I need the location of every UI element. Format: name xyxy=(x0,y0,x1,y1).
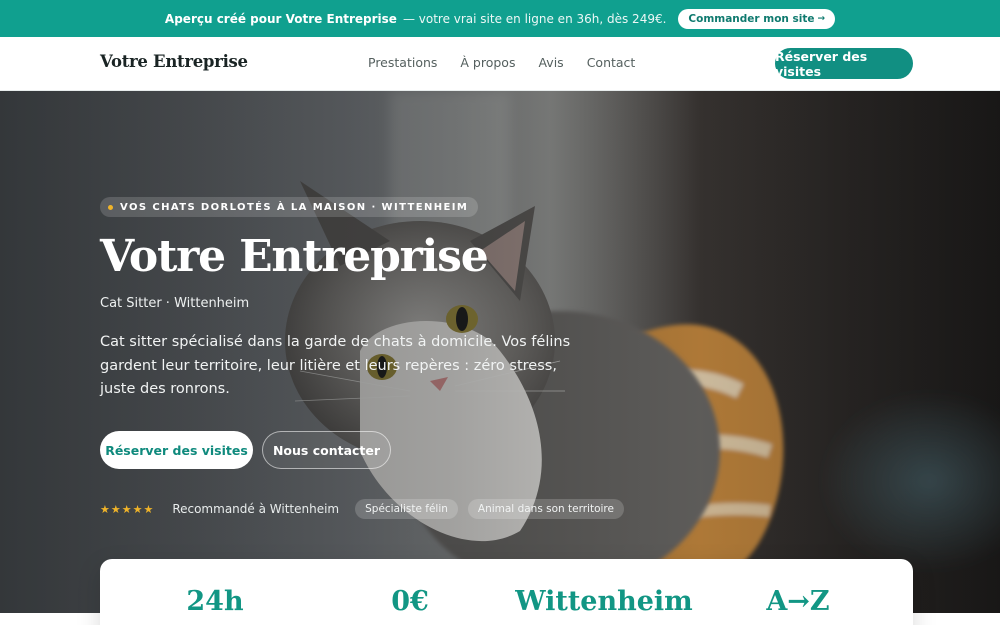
hero-description: Cat sitter spécialisé dans la garde de c… xyxy=(100,334,571,397)
book-visits-button[interactable]: Réserver des visites xyxy=(100,431,253,469)
promo-bold-text: Aperçu créé pour Votre Entreprise xyxy=(164,11,397,26)
hero-eyebrow-badge: VOS CHATS DORLOTÉS À LA MAISON · WITTENH… xyxy=(100,197,479,217)
nav-link-contact[interactable]: Contact xyxy=(587,55,636,70)
chip-animal-territoire: Animal dans son territoire xyxy=(467,499,624,519)
hero-section: VOS CHATS DORLOTÉS À LA MAISON · WITTENH… xyxy=(0,91,1000,613)
nav-book-visits-button[interactable]: Réserver des visites xyxy=(775,48,913,79)
hero-title: Votre Entreprise xyxy=(100,231,489,282)
order-site-button-label: Commander mon site xyxy=(688,12,815,25)
stat-value-city: Wittenheim xyxy=(515,586,693,617)
promo-text: — votre vrai site en ligne en 36h, dès 2… xyxy=(402,11,667,26)
star-rating-icon: ★★★★★ xyxy=(100,502,155,516)
hero-eyebrow-text: VOS CHATS DORLOTÉS À LA MAISON · WITTENH… xyxy=(120,201,469,213)
brand-logo[interactable]: Votre Entreprise xyxy=(100,52,248,71)
main-nav: Votre Entreprise Prestations À propos Av… xyxy=(0,37,1000,91)
stat-value-a-to-z: A→Z xyxy=(766,586,830,617)
chip-specialiste-felin: Spécialiste félin xyxy=(355,499,458,519)
stats-card: 24h 0€ Wittenheim A→Z xyxy=(100,559,913,625)
nav-link-prestations[interactable]: Prestations xyxy=(368,55,437,70)
hero-subtitle: Cat Sitter · Wittenheim xyxy=(100,296,250,311)
nav-link-avis[interactable]: Avis xyxy=(538,55,563,70)
promo-bar: Aperçu créé pour Votre Entreprise — votr… xyxy=(0,0,1000,37)
arrow-right-icon: → xyxy=(817,13,826,24)
dot-icon xyxy=(108,204,113,210)
stat-value-24h: 24h xyxy=(186,586,244,617)
order-site-button[interactable]: Commander mon site → xyxy=(678,8,836,29)
trust-row: ★★★★★ Recommandé à Wittenheim Spécialist… xyxy=(100,499,624,519)
nav-links: Prestations À propos Avis Contact xyxy=(368,55,635,70)
nav-link-a-propos[interactable]: À propos xyxy=(460,55,515,70)
trust-text: Recommandé à Wittenheim xyxy=(172,502,340,516)
contact-us-button[interactable]: Nous contacter xyxy=(262,431,391,469)
stat-value-price: 0€ xyxy=(391,586,429,617)
